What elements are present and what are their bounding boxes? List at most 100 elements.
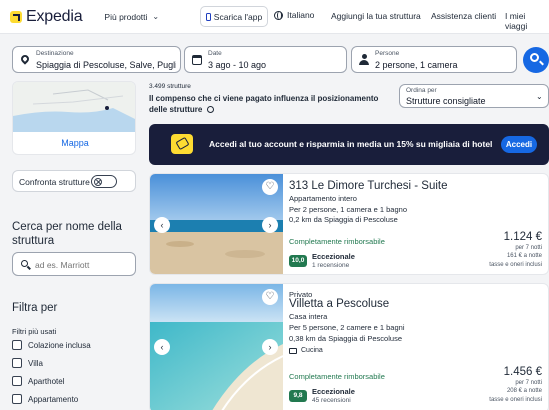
chevron-right-icon: › — [268, 342, 272, 352]
trips-link[interactable]: I miei viaggi — [505, 11, 549, 31]
kitchen-icon — [289, 347, 297, 354]
chevron-down-icon: ⌄ — [152, 12, 160, 21]
search-button[interactable] — [523, 47, 549, 73]
filter-breakfast[interactable]: Colazione inclusa — [12, 340, 91, 350]
sort-value: Strutture consigliate — [406, 96, 486, 106]
download-app-label: Scarica l'app — [213, 11, 263, 22]
total-price: 1.456 € — [503, 366, 542, 378]
info-icon[interactable] — [206, 105, 214, 113]
favorite-button[interactable]: ♡ — [262, 179, 278, 195]
signin-button[interactable]: Accedi — [501, 136, 537, 153]
hotel-details: 313 Le Dimore Turchesi - Suite Appartame… — [289, 174, 548, 274]
distance: 0,38 km da Spiaggia di Pescoluse — [289, 334, 402, 343]
download-app-button[interactable]: Scarica l'app — [200, 6, 268, 27]
travelers-value: 2 persone, 1 camera — [375, 60, 458, 70]
filter-label: Appartamento — [28, 394, 79, 404]
filter-villa[interactable]: Villa — [12, 358, 43, 368]
compare-toggle[interactable] — [91, 175, 117, 188]
filter-apartment[interactable]: Appartamento — [12, 394, 78, 404]
heart-icon: ♡ — [265, 291, 275, 302]
property-name-field[interactable] — [12, 252, 136, 276]
top-header: Expedia Più prodotti ⌄ Scarica l'app Ita… — [0, 0, 549, 34]
sort-label: Ordina per — [406, 87, 437, 94]
user-icon — [359, 54, 369, 65]
checkbox[interactable] — [12, 340, 22, 350]
filter-aparthotel[interactable]: Aparthotel — [12, 376, 64, 386]
search-icon — [21, 260, 28, 267]
support-link[interactable]: Assistenza clienti — [431, 11, 496, 21]
amenity-label: Cucina — [301, 347, 323, 354]
nights-label: per 7 notti — [515, 245, 542, 251]
property-name-input[interactable] — [35, 258, 130, 271]
chevron-left-icon: ‹ — [160, 220, 164, 230]
map-preview[interactable]: Mappa — [12, 81, 136, 155]
nights-label: per 7 notti — [515, 380, 542, 386]
hotel-name[interactable]: 313 Le Dimore Turchesi - Suite — [289, 180, 448, 192]
hotel-card[interactable]: ♡ ‹ › 313 Le Dimore Turchesi - Suite App… — [149, 173, 549, 275]
filter-label: Aparthotel — [28, 376, 65, 386]
checkbox[interactable] — [12, 394, 22, 404]
amenity-kitchen: Cucina — [289, 347, 323, 354]
phone-icon — [205, 12, 211, 21]
filter-label: Colazione inclusa — [28, 340, 91, 350]
hotel-details: Privato Villetta a Pescoluse Casa intera… — [289, 284, 548, 410]
favorite-button[interactable]: ♡ — [262, 289, 278, 305]
previous-photo-button[interactable]: ‹ — [154, 217, 170, 233]
ranking-disclaimer: Il compenso che ci viene pagato influenz… — [149, 94, 384, 115]
popular-filters-title: Filtri più usati — [12, 327, 57, 336]
compare-properties-card[interactable]: Confronta strutture — [12, 170, 136, 192]
heart-icon: ♡ — [265, 181, 275, 192]
refund-badge: Completamente rimborsabile — [289, 372, 385, 381]
distance: 0,2 km da Spiaggia di Pescoluse — [289, 215, 398, 224]
dates-label: Date — [208, 50, 222, 57]
previous-photo-button[interactable]: ‹ — [154, 339, 170, 355]
dates-field[interactable]: Date 3 ago - 10 ago — [184, 46, 347, 73]
disclaimer-text: Il compenso che ci viene pagato influenz… — [149, 94, 379, 114]
chevron-down-icon: ⌄ — [536, 92, 543, 101]
more-products-label: Più prodotti — [104, 11, 148, 22]
tag-icon — [171, 134, 193, 154]
search-by-name-title: Cerca per nome della struttura — [12, 221, 122, 247]
compare-label: Confronta strutture — [19, 177, 90, 187]
map-link[interactable]: Mappa — [13, 138, 135, 148]
search-icon — [530, 53, 539, 62]
review-score: 10,0 — [289, 255, 307, 267]
globe-icon — [274, 10, 283, 20]
more-products-menu[interactable]: Più prodotti ⌄ — [104, 12, 159, 22]
filter-title: Filtra per — [12, 302, 58, 314]
checkbox[interactable] — [12, 358, 22, 368]
nightly-price: 208 € a notte — [506, 388, 542, 394]
promo-text: Accedi al tuo account e risparmia in med… — [209, 139, 493, 149]
travelers-field[interactable]: Persone 2 persone, 1 camera — [351, 46, 517, 73]
hotel-name[interactable]: Villetta a Pescoluse — [289, 298, 389, 310]
nightly-price: 161 € a notte — [506, 253, 542, 259]
language-selector[interactable]: Italiano — [274, 10, 314, 20]
expedia-logo[interactable]: Expedia — [10, 8, 83, 26]
review-score: 9,8 — [289, 390, 307, 402]
hotel-card[interactable]: ♡ ‹ › Privato Villetta a Pescoluse Casa … — [149, 283, 549, 410]
list-property-link[interactable]: Aggiungi la tua struttura — [331, 11, 421, 21]
chevron-right-icon: › — [268, 220, 272, 230]
filter-label: Villa — [28, 358, 43, 368]
destination-field[interactable]: Destinazione Spiaggia di Pescoluse, Salv… — [12, 46, 181, 73]
review-count: 1 recensione — [312, 262, 350, 269]
signin-promo-banner: Accedi al tuo account e risparmia in med… — [149, 124, 549, 165]
destination-label: Destinazione — [36, 50, 74, 57]
score-label: Eccezionale — [312, 387, 355, 396]
pin-icon — [19, 53, 31, 65]
total-price: 1.124 € — [503, 231, 542, 243]
next-photo-button[interactable]: › — [262, 339, 278, 355]
capacity: Per 2 persone, 1 camera e 1 bagno — [289, 205, 407, 214]
map-image — [13, 82, 135, 132]
travelers-label: Persone — [375, 50, 400, 57]
calendar-icon — [192, 55, 202, 65]
refund-badge: Completamente rimborsabile — [289, 237, 385, 246]
taxes-note: tasse e oneri inclusi — [489, 262, 542, 268]
language-label: Italiano — [287, 10, 315, 20]
logo-icon — [10, 10, 22, 23]
sort-select[interactable]: Ordina per Strutture consigliate ⌄ — [399, 84, 549, 108]
checkbox[interactable] — [12, 376, 22, 386]
next-photo-button[interactable]: › — [262, 217, 278, 233]
review-count: 45 recensioni — [312, 397, 351, 404]
destination-value: Spiaggia di Pescoluse, Salve, Pugli... — [36, 60, 176, 70]
